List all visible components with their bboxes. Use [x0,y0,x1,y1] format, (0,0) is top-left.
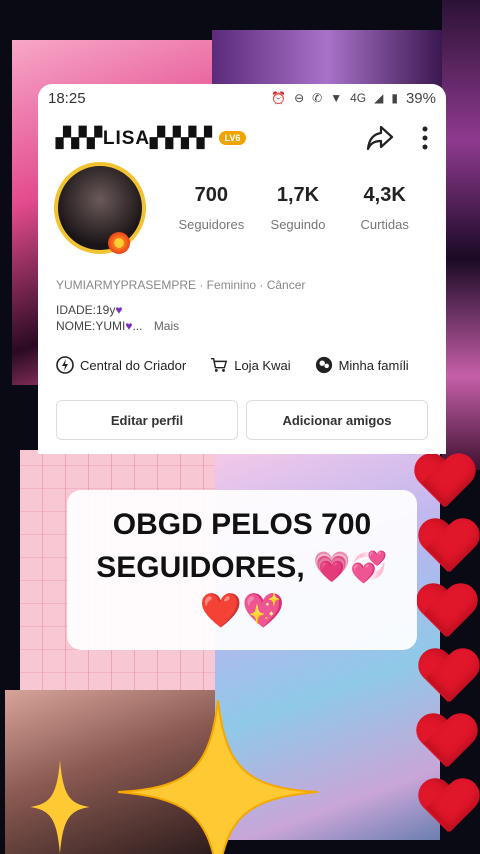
thank-you-caption: OBGD PELOS 700 SEGUIDORES, 💗💞 ❤️💖 [67,490,417,650]
link-label: Minha famíli [338,357,409,373]
profile-actions: Editar perfil Adicionar amigos [56,400,428,440]
sparkle-icon [118,700,318,854]
add-friends-button[interactable]: Adicionar amigos [246,400,428,440]
purple-heart-icon: ♥ [115,303,123,317]
family-icon [315,356,333,374]
bio-name: NOME:YUMI [56,319,126,333]
username: ▞▞▞LISA▞▞▞▞ [56,127,213,149]
profile-links: Central do Criador Loja Kwai Minha famíl… [56,356,446,374]
stat-label: Curtidas [360,217,409,232]
stat-value: 4,3K [363,184,406,206]
stat-likes[interactable]: 4,3K Curtidas [341,184,428,232]
wifi-icon: ▼ [330,91,343,105]
battery-icon: ▮ [391,91,398,105]
heart-sticker [416,780,480,838]
stat-value: 700 [194,184,229,206]
stat-label: Seguidores [178,217,245,232]
link-my-family[interactable]: Minha famíli [315,356,409,374]
network-label: 4G [350,91,367,105]
link-label: Central do Criador [80,357,187,373]
lightning-icon [56,356,74,374]
bio-more-link[interactable]: Mais [154,319,179,333]
hearts-emoji: 💗💞 [313,551,388,584]
more-options-icon[interactable] [422,126,428,150]
collage-tile-right-strip [442,0,480,470]
caption-line2: SEGUIDORES, 💗💞 [67,550,417,585]
bio-age: IDADE:19y [56,303,116,317]
link-label: Loja Kwai [234,357,291,373]
cart-icon [210,356,228,374]
stat-following[interactable]: 1,7K Seguindo [255,184,342,232]
sparkle-icon [30,760,90,854]
heart-sticker [414,585,478,643]
alarm-icon: ⏰ [271,91,287,105]
stat-value: 1,7K [276,184,320,206]
share-icon[interactable] [366,125,394,151]
heart-sticker [412,455,476,513]
heart-sticker [416,520,480,578]
call-icon: ✆ [312,91,323,105]
dnd-icon: ⊖ [294,91,305,105]
collage-tile-purple-top [212,30,442,90]
heart-sticker [414,715,478,773]
profile-stats: 700 Seguidores 1,7K Seguindo 4,3K Curtid… [168,184,428,232]
profile-card: ▞▞▞LISA▞▞▞▞ LV6 700 Seguidores 1,7K Segu… [38,112,446,454]
link-kwai-shop[interactable]: Loja Kwai [210,356,291,374]
signal-icon: ◢ [374,91,384,105]
purple-heart-icon: ♥ [125,319,133,333]
stat-label: Seguindo [270,217,326,232]
status-bar: 18:25 ⏰ ⊖ ✆ ▼ 4G ◢ ▮ 39% [38,84,446,112]
link-creator-center[interactable]: Central do Criador [56,356,186,374]
stat-followers[interactable]: 700 Seguidores [168,184,255,232]
caption-line3-emoji: ❤️💖 [199,592,285,630]
status-time: 18:25 [48,89,86,107]
caption-line1: OBGD PELOS 700 [112,508,372,541]
profile-bio: IDADE:19y♥ NOME:YUMI♥... Mais [56,303,180,333]
flower-icon [108,232,130,254]
profile-meta: YUMIARMYPRASEMPRE · Feminino · Câncer [56,278,306,292]
battery-level: 39% [405,89,436,107]
caption-line2-text: SEGUIDORES, [96,551,305,584]
edit-profile-button[interactable]: Editar perfil [56,400,238,440]
heart-sticker [416,650,480,708]
level-badge: LV6 [218,131,247,145]
avatar[interactable] [54,162,146,254]
